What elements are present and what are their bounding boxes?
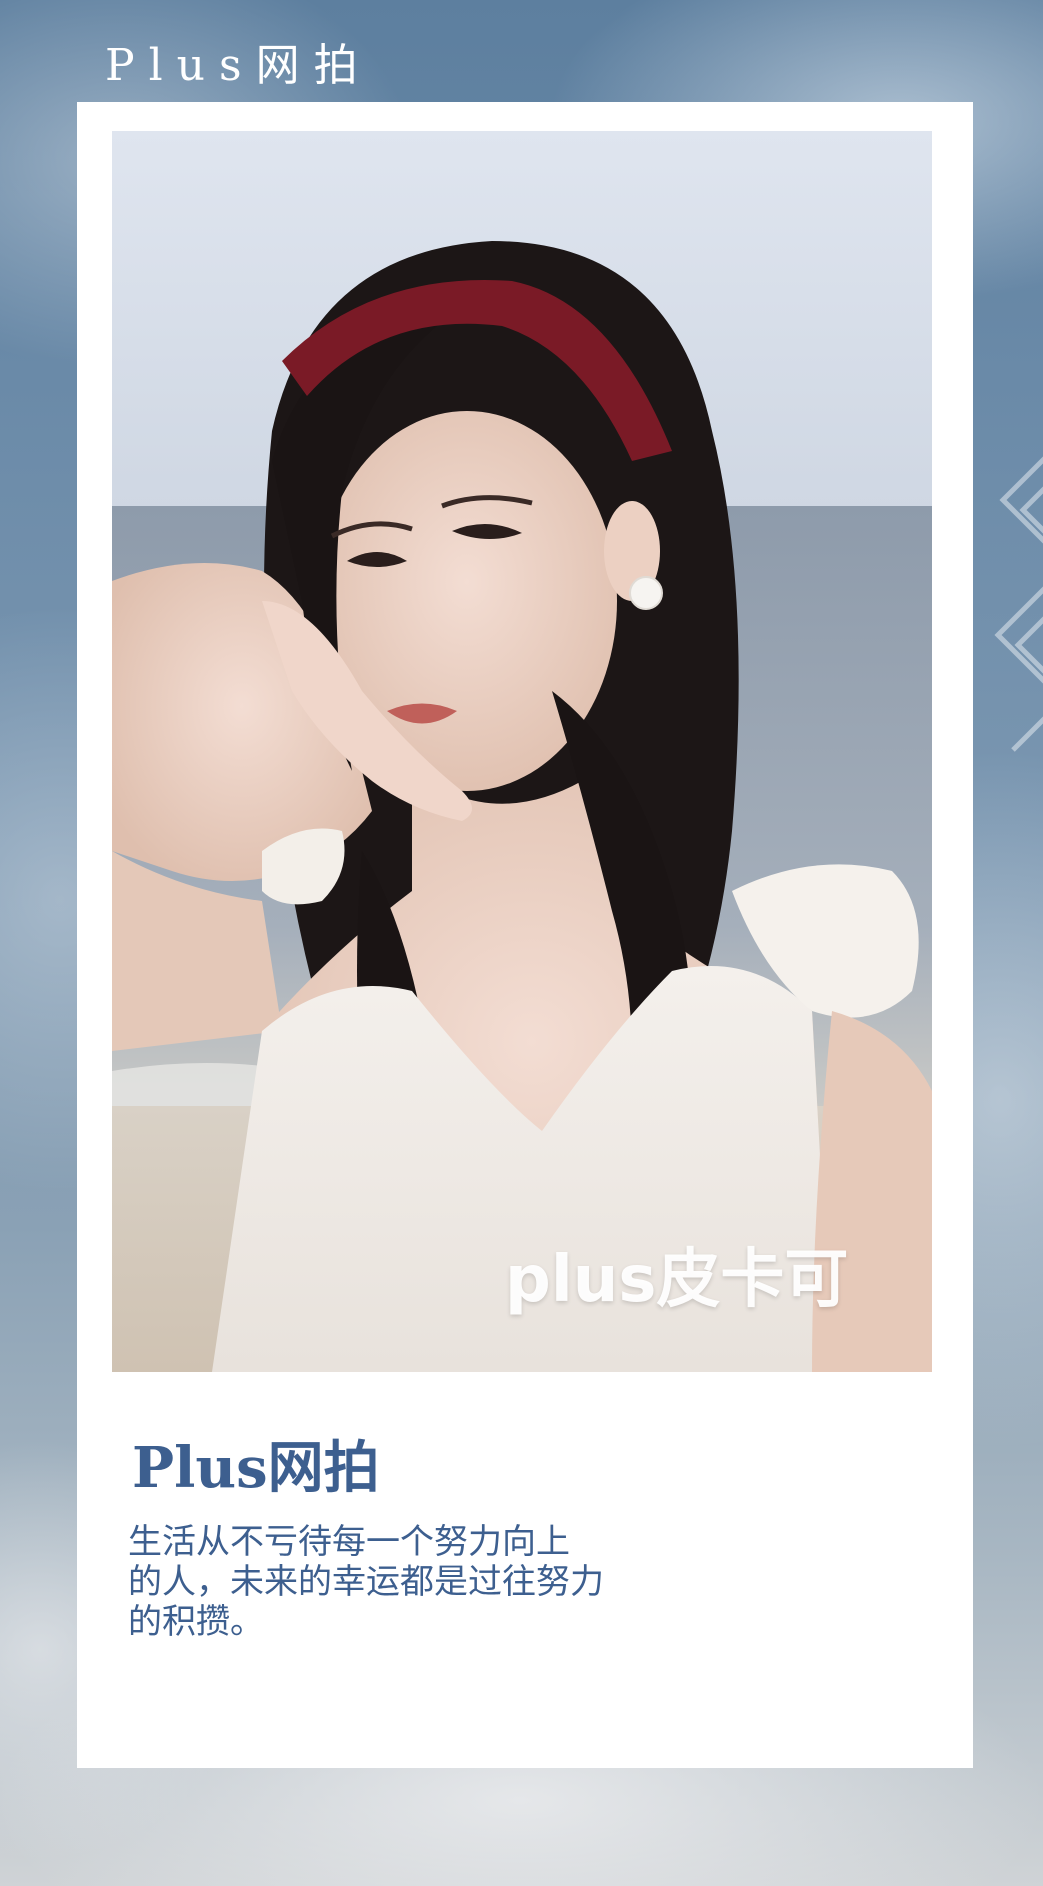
card-caption: 生活从不亏待每一个努力向上 的人，未来的幸运都是过往努力 的积攒。 <box>128 1522 658 1642</box>
photo-watermark: plus皮卡可 <box>505 1243 849 1317</box>
decorative-pattern <box>994 456 1043 752</box>
caption-line: 生活从不亏待每一个努力向上 <box>128 1522 570 1562</box>
caption-line: 的人，未来的幸运都是过往努力 <box>128 1562 604 1602</box>
brand-title: Plus网拍 <box>105 40 372 91</box>
card-title: Plus网拍 <box>132 1435 380 1501</box>
portrait-photo <box>112 131 932 1372</box>
caption-line: 的积攒。 <box>128 1602 264 1642</box>
